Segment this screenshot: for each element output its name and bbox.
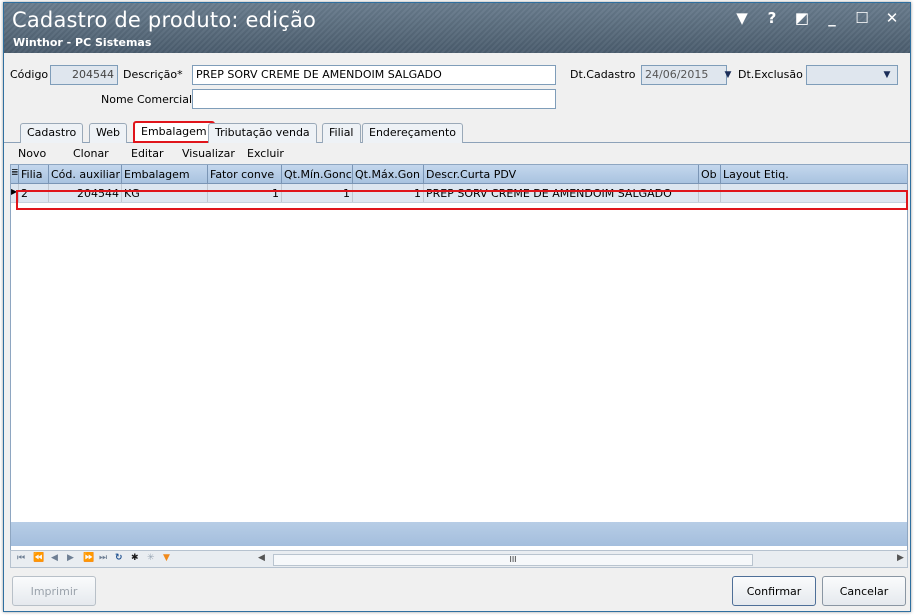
filter-icon[interactable]: ▼ (163, 553, 170, 563)
col-obs[interactable]: Ob (699, 165, 721, 184)
tab-enderecamento[interactable]: Endereçamento (362, 123, 464, 143)
cancelar-button[interactable]: Cancelar (822, 576, 906, 606)
grid-header: ≣ Filia Cód. auxiliar Embalagem Fator co… (11, 165, 907, 184)
tab-filial[interactable]: Filial (322, 123, 361, 143)
col-fator-conversao[interactable]: Fator conve (208, 165, 282, 184)
cell-qt-min-gondola[interactable]: 1 (282, 184, 353, 202)
column-chooser-icon[interactable]: ≣ (11, 165, 19, 184)
dt-exclusao-label: Dt.Exclusão (738, 68, 803, 81)
editar-button[interactable]: Editar (131, 147, 164, 160)
tab-cadastro[interactable]: Cadastro (20, 123, 84, 143)
dt-cadastro-field[interactable]: 24/06/2015 (641, 65, 727, 85)
product-edit-window: Cadastro de produto: edição Winthor - PC… (3, 2, 911, 612)
close-icon[interactable]: ✕ (884, 9, 900, 27)
tab-web[interactable]: Web (89, 123, 127, 143)
window-controls: ▼ ? ◩ _ ☐ ✕ (734, 9, 900, 27)
horizontal-scrollbar[interactable]: III (273, 554, 895, 566)
clonar-button[interactable]: Clonar (73, 147, 109, 160)
help-icon[interactable]: ? (764, 9, 780, 27)
next-page-icon[interactable]: ⏩ (83, 553, 94, 563)
action-toolbar: Novo Clonar Editar Visualizar Excluir (4, 144, 910, 164)
row-indicator-icon: ▶ (11, 184, 19, 202)
imprimir-button[interactable]: Imprimir (12, 576, 96, 606)
prev-page-icon[interactable]: ⏪ (33, 553, 44, 563)
scroll-thumb[interactable]: III (273, 554, 753, 566)
cell-embalagem[interactable]: KG (122, 184, 208, 202)
descricao-field[interactable]: PREP SORV CREME DE AMENDOIM SALGADO (192, 65, 556, 85)
codigo-label: Código (10, 68, 49, 81)
cell-qt-max-gondola[interactable]: 1 (353, 184, 424, 202)
tab-tributacao-venda[interactable]: Tributação venda (208, 123, 317, 143)
visualizar-button[interactable]: Visualizar (182, 147, 235, 160)
next-record-icon[interactable]: ▶ (67, 553, 74, 563)
excluir-button[interactable]: Excluir (247, 147, 284, 160)
col-descr-curta-pdv[interactable]: Descr.Curta PDV (424, 165, 699, 184)
cell-descr-curta-pdv[interactable]: PREP SORV CREME DE AMENDOIM SALGADO (424, 184, 699, 202)
scroll-right-icon[interactable]: ▶ (897, 553, 904, 563)
maximize-icon[interactable]: ☐ (854, 9, 870, 27)
prev-record-icon[interactable]: ◀ (51, 553, 58, 563)
col-qt-min-gondola[interactable]: Qt.Mín.Gonc (282, 165, 353, 184)
product-form: Código 204544 Descrição* PREP SORV CREME… (4, 53, 910, 123)
cell-filial[interactable]: 2 (19, 184, 49, 202)
descricao-label: Descrição* (123, 68, 183, 81)
menu-dropdown-icon[interactable]: ▼ (734, 9, 750, 27)
embalagem-grid: ≣ Filia Cód. auxiliar Embalagem Fator co… (10, 164, 908, 556)
insert-record-icon[interactable]: ✱ (131, 553, 139, 563)
last-page-icon[interactable]: ⏭ (99, 553, 107, 563)
col-cod-auxiliar[interactable]: Cód. auxiliar (49, 165, 122, 184)
title-bar[interactable]: Cadastro de produto: edição Winthor - PC… (4, 3, 910, 53)
window-title: Cadastro de produto: edição (12, 8, 317, 32)
col-filial[interactable]: Filia (19, 165, 49, 184)
cell-fator-conversao[interactable]: 1 (208, 184, 282, 202)
nome-comercial-label: Nome Comercial (101, 93, 193, 106)
grid-navigator: ⏮ ⏪ ◀ ▶ ⏩ ⏭ ↻ ✱ ✳ ▼ ◀ III ▶ (10, 550, 908, 568)
table-row[interactable]: ▶ 2 204544 KG 1 1 1 PREP SORV CREME DE A… (11, 184, 907, 203)
minimize-icon[interactable]: _ (824, 9, 840, 27)
codigo-field[interactable]: 204544 (50, 65, 118, 85)
refresh-icon[interactable]: ↻ (115, 553, 123, 563)
first-page-icon[interactable]: ⏮ (17, 553, 25, 563)
confirmar-button[interactable]: Confirmar (732, 576, 816, 606)
nome-comercial-field[interactable] (192, 89, 556, 109)
tab-embalagem[interactable]: Embalagem (133, 121, 215, 143)
dt-cadastro-dropdown-icon[interactable]: ▼ (719, 66, 737, 84)
insert-copy-icon[interactable]: ✳ (147, 553, 155, 563)
tab-bar: Cadastro Web Embalagem Tributação venda … (4, 121, 910, 143)
cell-layout-etiq[interactable] (721, 184, 907, 202)
window-subtitle: Winthor - PC Sistemas (13, 36, 152, 49)
cell-obs[interactable] (699, 184, 721, 202)
cell-cod-auxiliar[interactable]: 204544 (49, 184, 122, 202)
dt-cadastro-label: Dt.Cadastro (570, 68, 636, 81)
col-qt-max-gondola[interactable]: Qt.Máx.Gon (353, 165, 424, 184)
col-embalagem[interactable]: Embalagem (122, 165, 208, 184)
novo-button[interactable]: Novo (18, 147, 46, 160)
scroll-left-icon[interactable]: ◀ (258, 553, 265, 563)
col-layout-etiq[interactable]: Layout Etiq. (721, 165, 907, 184)
dt-exclusao-dropdown-icon[interactable]: ▼ (878, 66, 896, 84)
restore-icon[interactable]: ◩ (794, 9, 810, 27)
grid-footer (11, 522, 907, 546)
